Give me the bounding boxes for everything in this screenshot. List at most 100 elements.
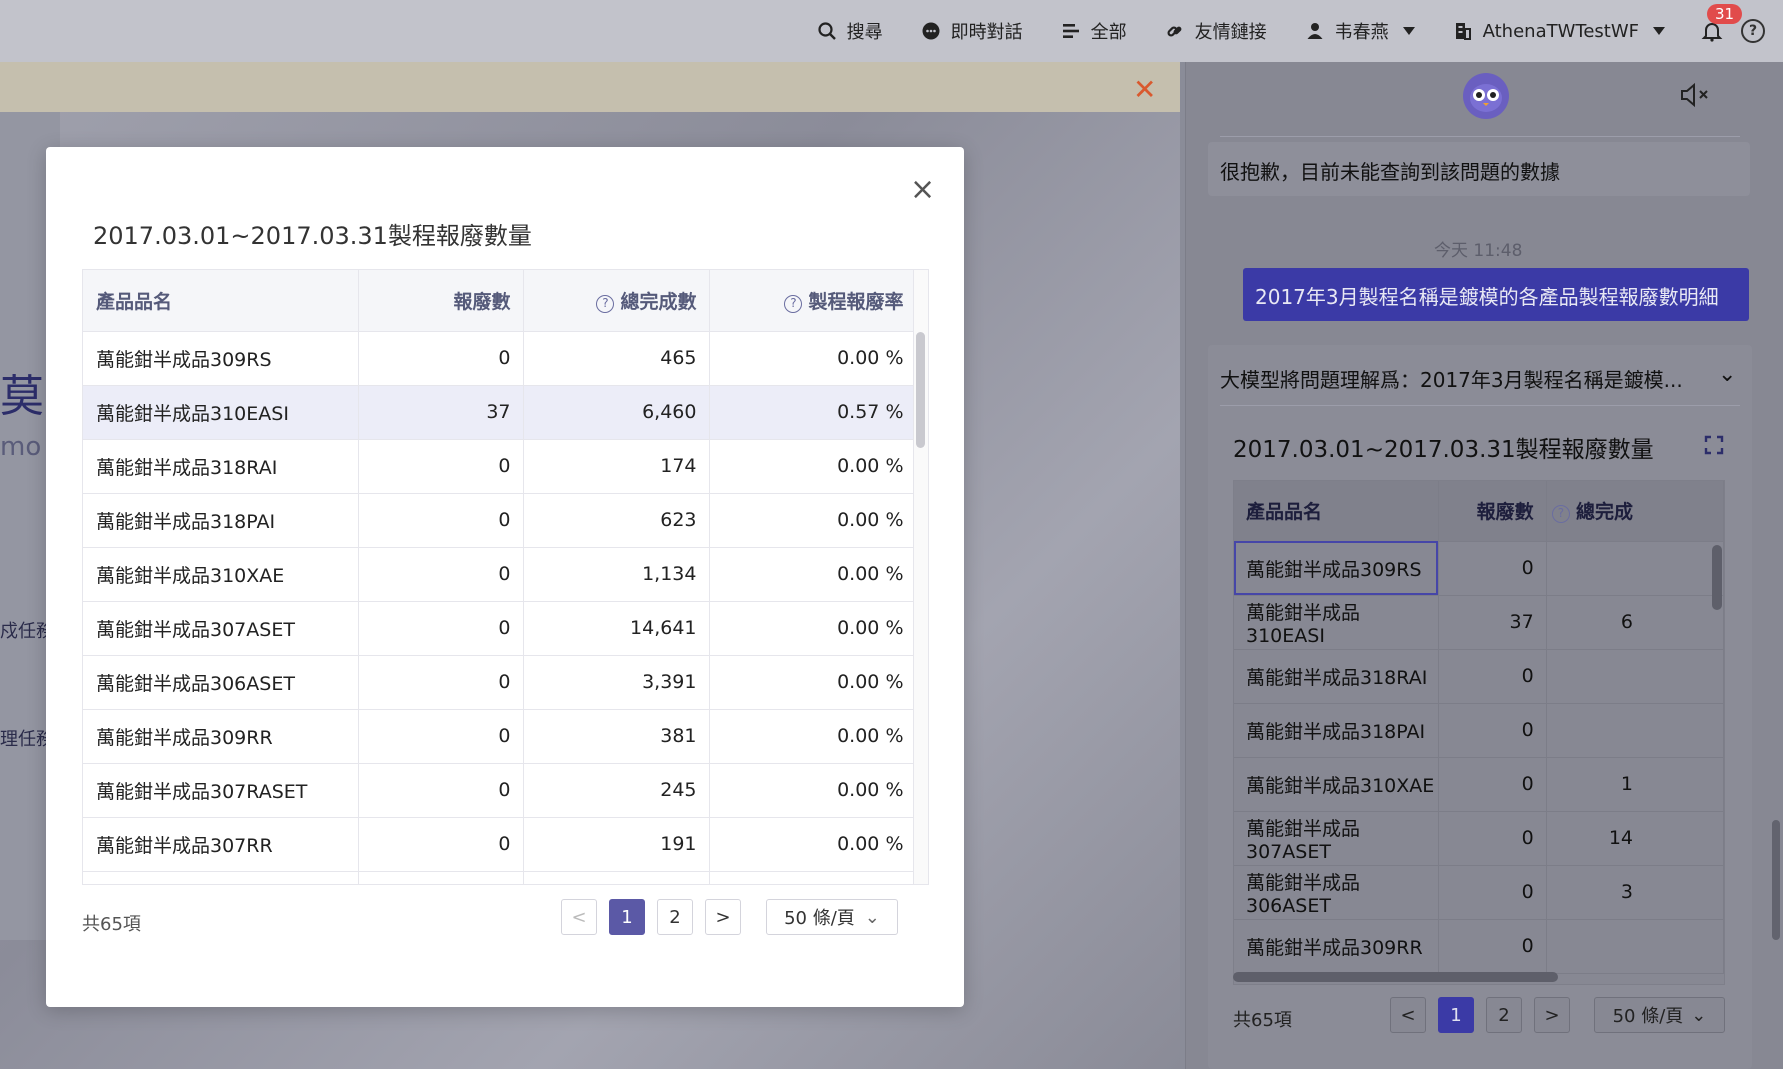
cell: 0 — [358, 601, 524, 656]
cell: 0 — [358, 763, 524, 818]
cell: 381 — [523, 709, 710, 764]
user-name: 韦春燕 — [1334, 22, 1389, 43]
total-count: 共65項 — [1233, 1010, 1292, 1031]
link-icon — [1165, 21, 1185, 41]
column-header[interactable]: 產品品名 — [1234, 481, 1439, 542]
answer-table-title: 2017.03.01~2017.03.31製程報廢數量 — [1233, 437, 1654, 463]
table-row[interactable]: 萬能鉗半成品310EASI 37 6 — [1234, 595, 1724, 650]
notification-button[interactable]: 31 — [1701, 4, 1743, 42]
cell: 0 — [358, 709, 524, 764]
cell: 623 — [523, 493, 710, 548]
prev-page-button[interactable]: < — [1390, 997, 1426, 1033]
page-button[interactable]: 1 — [1438, 997, 1474, 1033]
page-button[interactable]: 2 — [1486, 997, 1522, 1033]
data-table: 產品品名 報廢數 ? 總完成數 ? 製程報廢率 萬能鉗半成品309RS 0 465 0.0… — [82, 269, 929, 885]
table-row[interactable]: 萬能鉗半成品310EASI 37 6,460 0.57 % — [83, 385, 917, 440]
table-row[interactable]: 萬能鉗半成品318RAI 0 — [1234, 649, 1724, 704]
tenant-menu-button[interactable]: AthenaTWTestWF — [1453, 21, 1665, 42]
table-row[interactable]: 萬能鉗半成品310XAE 0 1,134 0.00 % — [83, 547, 917, 602]
cell: 0 — [358, 547, 524, 602]
column-header[interactable]: 報廢數 — [358, 270, 524, 332]
table-row[interactable]: 萬能鉗半成品309RS 0 — [1234, 541, 1724, 596]
user-menu-button[interactable]: 韦春燕 — [1305, 18, 1415, 44]
column-header[interactable]: ? 製程報廢率 — [709, 270, 917, 332]
cell — [523, 871, 710, 884]
cell: 萬能鉗半成品318PAI — [83, 493, 359, 548]
friendly-links-button[interactable]: 友情鏈接 — [1165, 18, 1267, 44]
message-timestamp: 今天 11:48 — [1434, 241, 1523, 261]
page-button[interactable]: 1 — [609, 899, 645, 935]
column-header[interactable]: ? 總完成 — [1546, 481, 1724, 542]
table-row[interactable]: 萬能鉗半成品306ASET 0 3 — [1234, 865, 1724, 920]
cell — [709, 871, 917, 884]
cell — [1546, 649, 1724, 704]
cell: 萬能鉗半成品318RAI — [83, 439, 359, 494]
cell: 萬能鉗半成品309RS — [1234, 541, 1439, 596]
horizontal-scrollbar[interactable] — [1233, 972, 1558, 982]
close-icon[interactable]: × — [910, 175, 935, 205]
table-row[interactable]: 萬能鉗半成品318PAI 0 — [1234, 703, 1724, 758]
table-row[interactable]: 萬能鉗半成品318RAI 0 174 0.00 % — [83, 439, 917, 494]
chevron-down-icon[interactable]: ⌄ — [1718, 362, 1736, 387]
cell: 0 — [1438, 811, 1547, 866]
cell: 6 — [1546, 595, 1724, 650]
detail-modal: × 2017.03.01~2017.03.31製程報廢數量 產品品名 報廢數 ?… — [46, 147, 964, 1007]
table-row[interactable]: 萬能鉗半成品306ASET 0 3,391 0.00 % — [83, 655, 917, 710]
table-row[interactable]: 萬能鉗半成品307RASET 0 245 0.00 % — [83, 763, 917, 818]
all-menu-label: 全部 — [1090, 22, 1127, 43]
table-row[interactable]: 萬能鉗半成品310XAE 0 1 — [1234, 757, 1724, 812]
prev-page-button[interactable]: < — [561, 899, 597, 935]
page-size-select[interactable]: 50 條/頁 ⌄ — [766, 899, 898, 935]
cell: 萬能鉗半成品310XAE — [1234, 757, 1439, 812]
column-header[interactable]: ? 總完成數 — [523, 270, 710, 332]
table-row[interactable]: 萬能鉗半成品318PAI 0 623 0.00 % — [83, 493, 917, 548]
panel-scrollbar[interactable] — [1772, 820, 1780, 940]
table-row[interactable]: 萬能鉗半成品307RR 0 191 0.00 % — [83, 817, 917, 872]
chat-bubble-icon — [921, 21, 941, 41]
notification-badge: 31 — [1707, 4, 1743, 24]
table-row[interactable] — [83, 871, 917, 884]
cell: 3 — [1546, 865, 1724, 920]
cell: 0 — [1438, 649, 1547, 704]
table-row[interactable]: 萬能鉗半成品309RS 0 465 0.00 % — [83, 331, 917, 386]
table-row[interactable]: 萬能鉗半成品309RR 0 — [1234, 919, 1724, 974]
search-button[interactable]: 搜尋 — [817, 18, 883, 44]
next-page-button[interactable]: > — [1534, 997, 1570, 1033]
vertical-scrollbar[interactable] — [916, 332, 925, 448]
assistant-message: 很抱歉，目前未能查詢到該問題的數據 — [1208, 142, 1750, 196]
cell: 萬能鉗半成品307RASET — [83, 763, 359, 818]
close-icon[interactable]: ✕ — [1133, 73, 1156, 106]
column-header[interactable]: 報廢數 — [1438, 481, 1547, 542]
page-button[interactable]: 2 — [657, 899, 693, 935]
cell: 萬能鉗半成品306ASET — [1234, 865, 1439, 920]
help-icon[interactable]: ? — [1741, 19, 1765, 43]
table-row[interactable]: 萬能鉗半成品307ASET 0 14 — [1234, 811, 1724, 866]
help-circle-icon[interactable]: ? — [784, 294, 803, 313]
table-row[interactable]: 萬能鉗半成品307ASET 0 14,641 0.00 % — [83, 601, 917, 656]
page-size-select[interactable]: 50 條/頁 ⌄ — [1594, 997, 1725, 1033]
cell: 1 — [1546, 757, 1724, 812]
help-circle-icon[interactable]: ? — [596, 294, 615, 313]
total-count: 共65項 — [82, 914, 141, 935]
vertical-scrollbar[interactable] — [1712, 545, 1722, 610]
chat-button[interactable]: 即時對話 — [921, 18, 1023, 44]
cell: 174 — [523, 439, 710, 494]
cell: 0.00 % — [709, 493, 917, 548]
assistant-avatar — [1463, 73, 1509, 119]
cell: 0 — [358, 331, 524, 386]
all-menu-button[interactable]: 全部 — [1061, 18, 1127, 44]
cell: 萬能鉗半成品307ASET — [83, 601, 359, 656]
cell: 0.00 % — [709, 601, 917, 656]
expand-icon[interactable] — [1703, 434, 1725, 462]
table-row[interactable]: 萬能鉗半成品309RR 0 381 0.00 % — [83, 709, 917, 764]
cell: 萬能鉗半成品318PAI — [1234, 703, 1439, 758]
next-page-button[interactable]: > — [705, 899, 741, 935]
column-header[interactable]: 產品品名 — [83, 270, 359, 332]
cell: 6,460 — [523, 385, 710, 440]
understanding-summary[interactable]: 大模型將問題理解爲：2017年3月製程名稱是鍍模... — [1220, 364, 1683, 393]
cell: 14 — [1546, 811, 1724, 866]
cell: 1,134 — [523, 547, 710, 602]
chat-label: 即時對話 — [950, 22, 1023, 43]
chevron-down-icon — [1653, 27, 1665, 35]
mute-icon[interactable] — [1680, 82, 1712, 114]
